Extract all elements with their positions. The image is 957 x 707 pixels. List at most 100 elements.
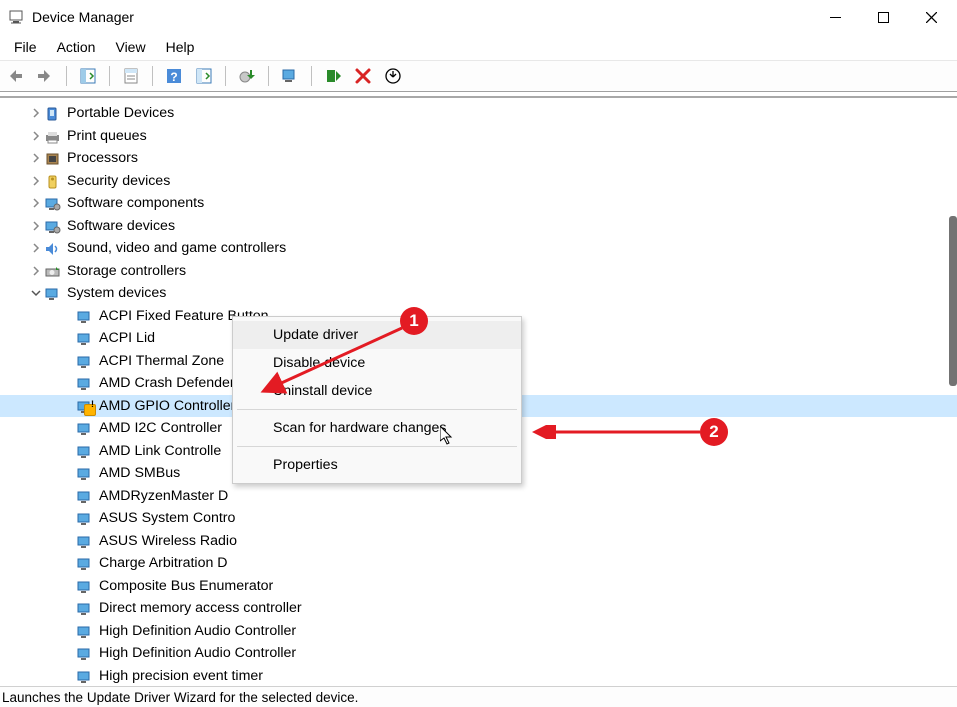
device-icon (76, 421, 93, 435)
title-bar: Device Manager (0, 0, 957, 34)
device-label: AMD SMBus (99, 462, 180, 485)
category-icon (44, 241, 61, 255)
disable-button[interactable] (350, 63, 376, 89)
tree-device[interactable]: High Definition Audio Controller (0, 642, 957, 665)
tree-category[interactable]: Storage controllers (0, 260, 957, 283)
device-icon (76, 579, 93, 593)
tree-category[interactable]: Print queues (0, 125, 957, 148)
forward-button[interactable] (32, 63, 58, 89)
status-text: Launches the Update Driver Wizard for th… (2, 690, 358, 705)
device-label: AMD I2C Controller (99, 417, 222, 440)
menu-help[interactable]: Help (156, 36, 205, 58)
annotation-badge-1: 1 (400, 307, 428, 335)
context-uninstall-device[interactable]: Uninstall device (233, 377, 521, 405)
device-label: Direct memory access controller (99, 597, 302, 620)
context-properties[interactable]: Properties (233, 451, 521, 479)
update-driver-toolbar-button[interactable] (234, 63, 260, 89)
device-icon (76, 331, 93, 345)
scrollbar-thumb[interactable] (949, 216, 957, 386)
tree-device[interactable]: High Definition Audio Controller (0, 620, 957, 643)
chevron-right-icon[interactable] (28, 263, 44, 279)
toolbar: ? (0, 60, 957, 92)
device-label: AMD Link Controlle (99, 440, 221, 463)
chevron-right-icon[interactable] (28, 218, 44, 234)
category-label: Security devices (67, 170, 170, 193)
category-icon (44, 151, 61, 165)
category-icon (44, 196, 61, 210)
category-icon (44, 129, 61, 143)
category-icon (44, 264, 61, 278)
category-label: Processors (67, 147, 138, 170)
device-icon (76, 624, 93, 638)
device-icon-warning (76, 399, 93, 413)
context-separator (237, 409, 517, 410)
tree-category[interactable]: Software devices (0, 215, 957, 238)
window-title: Device Manager (32, 9, 811, 25)
tree-device[interactable]: ASUS System Contro (0, 507, 957, 530)
menu-action[interactable]: Action (47, 36, 106, 58)
category-icon (44, 106, 61, 120)
device-icon (76, 669, 93, 683)
uninstall-button[interactable] (380, 63, 406, 89)
back-button[interactable] (2, 63, 28, 89)
device-icon (76, 309, 93, 323)
category-icon (44, 174, 61, 188)
tree-device[interactable]: AMDRyzenMaster D (0, 485, 957, 508)
app-icon (8, 9, 24, 25)
annotation-badge-2: 2 (700, 418, 728, 446)
device-label: High Definition Audio Controller (99, 620, 296, 643)
context-separator (237, 446, 517, 447)
tree-device[interactable]: High precision event timer (0, 665, 957, 688)
scan-button[interactable] (277, 63, 303, 89)
device-icon (76, 376, 93, 390)
tree-category[interactable]: Processors (0, 147, 957, 170)
tree-category[interactable]: Software components (0, 192, 957, 215)
device-label: High Definition Audio Controller (99, 642, 296, 665)
menu-view[interactable]: View (105, 36, 155, 58)
category-label: Software components (67, 192, 204, 215)
device-icon (76, 601, 93, 615)
tree-device[interactable]: Charge Arbitration D (0, 552, 957, 575)
properties-button[interactable] (118, 63, 144, 89)
tree-category[interactable]: Sound, video and game controllers (0, 237, 957, 260)
context-scan-hardware[interactable]: Scan for hardware changes (233, 414, 521, 442)
device-label: ASUS System Contro (99, 507, 235, 530)
chevron-right-icon[interactable] (28, 173, 44, 189)
tree-device[interactable]: ASUS Wireless Radio (0, 530, 957, 553)
device-label: ACPI Lid (99, 327, 155, 350)
category-label: Portable Devices (67, 102, 174, 125)
chevron-right-icon[interactable] (28, 240, 44, 256)
menu-file[interactable]: File (4, 36, 47, 58)
device-label: ASUS Wireless Radio (99, 530, 237, 553)
chevron-right-icon[interactable] (28, 105, 44, 121)
help-button[interactable]: ? (161, 63, 187, 89)
chevron-right-icon[interactable] (28, 150, 44, 166)
category-icon (44, 286, 61, 300)
close-button[interactable] (907, 0, 955, 34)
chevron-right-icon[interactable] (28, 195, 44, 211)
context-update-driver[interactable]: Update driver (233, 321, 521, 349)
category-label: Software devices (67, 215, 175, 238)
device-icon (76, 489, 93, 503)
tree-category[interactable]: Security devices (0, 170, 957, 193)
chevron-right-icon[interactable] (28, 128, 44, 144)
category-label: Storage controllers (67, 260, 186, 283)
category-label: System devices (67, 282, 166, 305)
maximize-button[interactable] (859, 0, 907, 34)
enable-button[interactable] (320, 63, 346, 89)
minimize-button[interactable] (811, 0, 859, 34)
menu-bar: File Action View Help (0, 34, 957, 60)
device-label: High precision event timer (99, 665, 263, 688)
tree-category[interactable]: System devices (0, 282, 957, 305)
tree-category[interactable]: Portable Devices (0, 102, 957, 125)
tree-device[interactable]: Direct memory access controller (0, 597, 957, 620)
device-icon (76, 646, 93, 660)
svg-text:?: ? (170, 70, 177, 84)
show-hide-tree-button[interactable] (75, 63, 101, 89)
tree-device[interactable]: Composite Bus Enumerator (0, 575, 957, 598)
actions-button[interactable] (191, 63, 217, 89)
context-disable-device[interactable]: Disable device (233, 349, 521, 377)
chevron-down-icon[interactable] (28, 285, 44, 301)
device-icon (76, 511, 93, 525)
device-label: Charge Arbitration D (99, 552, 228, 575)
